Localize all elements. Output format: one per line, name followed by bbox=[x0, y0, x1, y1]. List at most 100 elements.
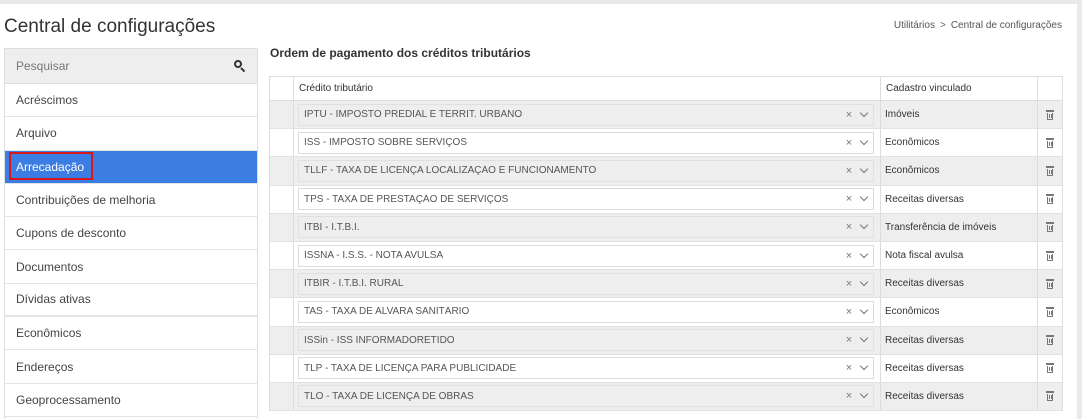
credito-value: TLLF - TAXA DE LICENÇA LOCALIZAÇÃO E FUN… bbox=[304, 165, 597, 177]
sidebar-item-contribuicoes[interactable]: Contribuições de melhoria bbox=[5, 184, 257, 218]
trash-icon[interactable] bbox=[1046, 278, 1054, 289]
chevron-down-icon[interactable] bbox=[855, 335, 871, 345]
sidebar-item-economicos[interactable]: Econômicos bbox=[5, 317, 257, 351]
trash-icon[interactable] bbox=[1046, 306, 1054, 317]
trash-icon[interactable] bbox=[1046, 137, 1054, 148]
cadastro-cell: Econômicos bbox=[881, 129, 1038, 157]
chevron-down-icon[interactable] bbox=[855, 110, 871, 120]
credito-select[interactable]: TLP - TAXA DE LICENÇA PARA PUBLICIDADE × bbox=[298, 357, 874, 380]
credito-cell: ISS - IMPOSTO SOBRE SERVIÇOS × bbox=[294, 129, 881, 157]
chevron-down-icon[interactable] bbox=[855, 222, 871, 232]
credito-select[interactable]: ISS - IMPOSTO SOBRE SERVIÇOS × bbox=[298, 131, 874, 154]
delete-cell bbox=[1038, 214, 1062, 241]
drag-handle[interactable] bbox=[270, 157, 294, 185]
clear-icon[interactable]: × bbox=[843, 390, 855, 402]
drag-handle[interactable] bbox=[270, 270, 294, 298]
sidebar-item-acrescimos[interactable]: Acréscimos bbox=[5, 84, 257, 118]
cadastro-cell: Imóveis bbox=[881, 101, 1038, 129]
header-handle-cell bbox=[270, 77, 294, 100]
trash-icon[interactable] bbox=[1046, 391, 1054, 402]
trash-icon[interactable] bbox=[1046, 335, 1054, 346]
sidebar: Pesquisar Acréscimos Arquivo Arrecadação… bbox=[4, 48, 258, 419]
breadcrumb: Utilitários > Central de configurações bbox=[894, 20, 1062, 31]
credito-select[interactable]: IPTU - IMPOSTO PREDIAL E TERRIT. URBANO × bbox=[298, 103, 874, 126]
drag-handle[interactable] bbox=[270, 213, 294, 241]
chevron-down-icon[interactable] bbox=[855, 166, 871, 176]
chevron-down-icon[interactable] bbox=[855, 279, 871, 289]
delete-cell bbox=[1038, 186, 1062, 213]
top-border bbox=[0, 0, 1082, 4]
trash-icon[interactable] bbox=[1046, 363, 1054, 374]
chevron-down-icon[interactable] bbox=[855, 194, 871, 204]
search-icon[interactable] bbox=[234, 60, 246, 73]
sidebar-item-dividas[interactable]: Dívidas ativas bbox=[5, 284, 257, 318]
credito-cell: TPS - TAXA DE PRESTAÇÃO DE SERVIÇOS × bbox=[294, 185, 881, 213]
page-scrollbar[interactable] bbox=[1077, 4, 1082, 419]
drag-handle[interactable] bbox=[270, 185, 294, 213]
cadastro-cell: Econômicos bbox=[881, 157, 1038, 185]
cadastro-cell: Receitas diversas bbox=[881, 382, 1038, 411]
sidebar-item-documentos[interactable]: Documentos bbox=[5, 250, 257, 284]
clear-icon[interactable]: × bbox=[843, 306, 855, 318]
clear-icon[interactable]: × bbox=[843, 109, 855, 121]
credito-select[interactable]: ITBIR - I.T.B.I. RURAL × bbox=[298, 272, 874, 295]
credito-value: TLP - TAXA DE LICENÇA PARA PUBLICIDADE bbox=[304, 362, 517, 374]
credito-value: TLO - TAXA DE LICENÇA DE OBRAS bbox=[304, 390, 474, 402]
credito-select[interactable]: ITBI - I.T.B.I. × bbox=[298, 216, 874, 239]
drag-handle[interactable] bbox=[270, 101, 294, 129]
credito-value: IPTU - IMPOSTO PREDIAL E TERRIT. URBANO bbox=[304, 109, 523, 121]
sidebar-item-cupons[interactable]: Cupons de desconto bbox=[5, 217, 257, 251]
drag-handle[interactable] bbox=[270, 326, 294, 354]
clear-icon[interactable]: × bbox=[843, 165, 855, 177]
clear-icon[interactable]: × bbox=[843, 250, 855, 262]
credito-select[interactable]: TAS - TAXA DE ALVARA SANITÁRIO × bbox=[298, 300, 874, 323]
credito-select[interactable]: TLO - TAXA DE LICENÇA DE OBRAS × bbox=[298, 385, 874, 408]
trash-icon[interactable] bbox=[1046, 109, 1054, 120]
clear-icon[interactable]: × bbox=[843, 221, 855, 233]
chevron-down-icon[interactable] bbox=[855, 138, 871, 148]
clear-icon[interactable]: × bbox=[843, 137, 855, 149]
table-row: TLLF - TAXA DE LICENÇA LOCALIZAÇÃO E FUN… bbox=[270, 157, 1062, 186]
credito-cell: TLP - TAXA DE LICENÇA PARA PUBLICIDADE × bbox=[294, 354, 881, 382]
chevron-down-icon[interactable] bbox=[855, 391, 871, 401]
credits-table: Crédito tributário Cadastro vinculado IP… bbox=[269, 76, 1063, 412]
table-row: ITBIR - I.T.B.I. RURAL × Receitas diversas bbox=[270, 270, 1062, 299]
drag-handle[interactable] bbox=[270, 298, 294, 326]
credito-select[interactable]: TPS - TAXA DE PRESTAÇÃO DE SERVIÇOS × bbox=[298, 188, 874, 211]
credito-select[interactable]: ISSin - ISS INFORMADORETIDO × bbox=[298, 329, 874, 352]
sidebar-item-geoprocessamento[interactable]: Geoprocessamento bbox=[5, 384, 257, 417]
clear-icon[interactable]: × bbox=[843, 334, 855, 346]
trash-icon[interactable] bbox=[1046, 222, 1054, 233]
breadcrumb-separator-icon: > bbox=[939, 20, 946, 31]
sidebar-item-enderecos[interactable]: Endereços bbox=[5, 350, 257, 384]
trash-icon[interactable] bbox=[1046, 250, 1054, 261]
chevron-down-icon[interactable] bbox=[855, 307, 871, 317]
credito-select[interactable]: ISSNA - I.S.S. - NOTA AVULSA × bbox=[298, 244, 874, 267]
column-header-cadastro: Cadastro vinculado bbox=[881, 77, 1038, 100]
page-title: Central de configurações bbox=[4, 16, 216, 37]
chevron-down-icon[interactable] bbox=[855, 363, 871, 373]
drag-handle[interactable] bbox=[270, 129, 294, 157]
credito-value: ISSin - ISS INFORMADORETIDO bbox=[304, 334, 455, 346]
drag-handle[interactable] bbox=[270, 241, 294, 270]
cadastro-cell: Receitas diversas bbox=[881, 354, 1038, 382]
drag-handle[interactable] bbox=[270, 382, 294, 411]
clear-icon[interactable]: × bbox=[843, 278, 855, 290]
clear-icon[interactable]: × bbox=[843, 362, 855, 374]
sidebar-item-arquivo[interactable]: Arquivo bbox=[5, 117, 257, 151]
credito-value: TAS - TAXA DE ALVARA SANITÁRIO bbox=[304, 306, 470, 318]
search-input[interactable]: Pesquisar bbox=[5, 49, 257, 84]
credito-select[interactable]: TLLF - TAXA DE LICENÇA LOCALIZAÇÃO E FUN… bbox=[298, 159, 874, 182]
section-title: Ordem de pagamento dos créditos tributár… bbox=[270, 46, 531, 60]
clear-icon[interactable]: × bbox=[843, 193, 855, 205]
drag-handle[interactable] bbox=[270, 354, 294, 382]
trash-icon[interactable] bbox=[1046, 165, 1054, 176]
chevron-down-icon[interactable] bbox=[855, 251, 871, 261]
delete-cell bbox=[1038, 270, 1062, 297]
delete-cell bbox=[1038, 157, 1062, 184]
credito-cell: TAS - TAXA DE ALVARA SANITÁRIO × bbox=[294, 298, 881, 326]
trash-icon[interactable] bbox=[1046, 194, 1054, 205]
sidebar-item-arrecadacao[interactable]: Arrecadação bbox=[5, 150, 257, 184]
delete-cell bbox=[1038, 298, 1062, 325]
breadcrumb-item-utilitarios[interactable]: Utilitários bbox=[894, 20, 935, 31]
